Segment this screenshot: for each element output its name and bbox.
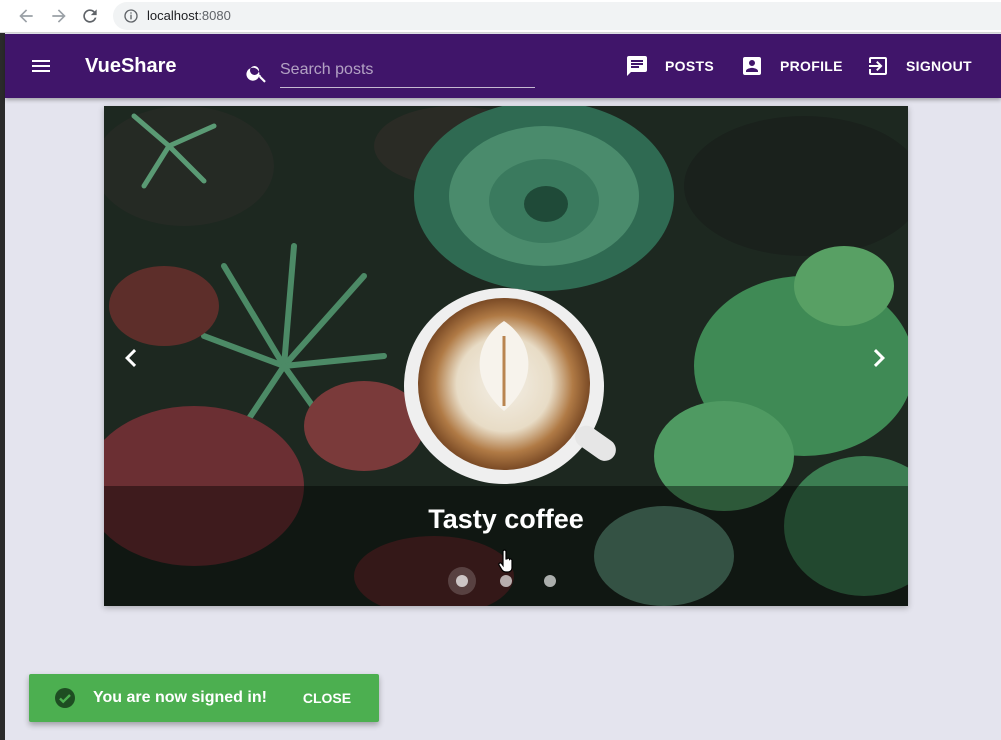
- hand-cursor-icon: [498, 549, 513, 573]
- exit-to-app-icon: [869, 57, 887, 75]
- search-field: [245, 52, 537, 90]
- snackbar-message: You are now signed in!: [93, 689, 267, 706]
- url-text: localhost:8080: [147, 8, 231, 23]
- carousel-dot-3[interactable]: [536, 567, 564, 595]
- dot-marker: [500, 575, 512, 587]
- nav-posts-button[interactable]: POSTS: [625, 52, 714, 80]
- app-title[interactable]: VueShare: [85, 55, 177, 78]
- forward-arrow-icon[interactable]: [49, 6, 69, 26]
- account-box-icon: [743, 57, 761, 75]
- check-circle-icon: [55, 688, 75, 708]
- window-edge: [0, 33, 5, 740]
- search-input[interactable]: [280, 52, 535, 88]
- dot-marker: [544, 575, 556, 587]
- menu-icon[interactable]: [29, 54, 53, 78]
- nav-profile-button[interactable]: PROFILE: [740, 52, 843, 80]
- reload-icon[interactable]: [80, 6, 100, 26]
- dot-marker: [456, 575, 468, 587]
- nav-signout-button[interactable]: SIGNOUT: [866, 52, 972, 80]
- info-icon[interactable]: [123, 8, 139, 24]
- post-carousel[interactable]: Tasty coffee: [104, 106, 908, 606]
- message-icon: [627, 56, 647, 76]
- search-icon: [246, 66, 266, 83]
- browser-toolbar: localhost:8080: [0, 0, 1001, 33]
- nav-profile-label: PROFILE: [780, 58, 843, 74]
- address-bar[interactable]: localhost:8080: [113, 2, 1001, 30]
- nav-signout-label: SIGNOUT: [906, 58, 972, 74]
- back-arrow-icon[interactable]: [16, 6, 36, 26]
- snackbar-close-button[interactable]: CLOSE: [291, 682, 363, 714]
- slide-caption[interactable]: Tasty coffee: [104, 504, 908, 535]
- nav-posts-label: POSTS: [665, 58, 714, 74]
- chevron-left-icon[interactable]: [113, 340, 149, 376]
- signin-snackbar: You are now signed in! CLOSE: [29, 674, 379, 722]
- app-toolbar: VueShare POSTS PROFILE SIGNOUT: [5, 34, 1001, 98]
- carousel-dot-1[interactable]: [448, 567, 476, 595]
- chevron-right-icon[interactable]: [861, 340, 897, 376]
